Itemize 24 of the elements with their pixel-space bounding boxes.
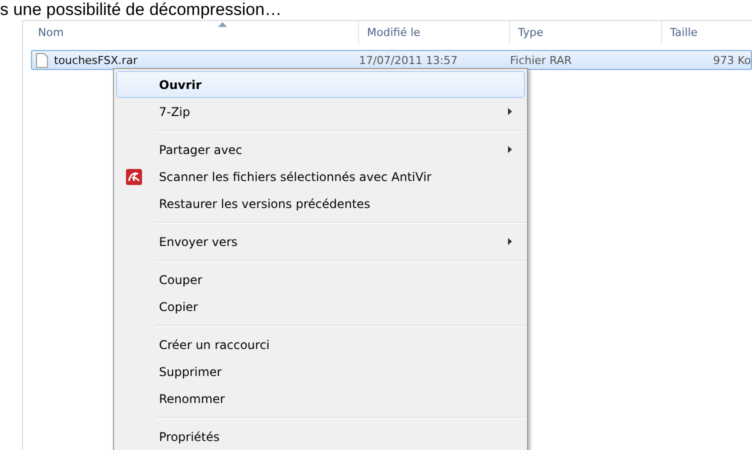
column-header[interactable]: Modifié le xyxy=(358,21,509,45)
sort-arrow-icon xyxy=(218,22,227,27)
menu-item[interactable]: Propriétés xyxy=(116,423,525,450)
file-name: touchesFSX.rar xyxy=(54,54,138,66)
file-type: Fichier RAR xyxy=(510,54,573,66)
file-row[interactable]: touchesFSX.rar 17/07/2011 13:57 Fichier RAR 973 Ko xyxy=(31,50,752,70)
menu-item[interactable]: Scanner les fichiers sélectionnés avec AntiVir xyxy=(116,163,525,190)
menu-item[interactable]: Restaurer les versions précédentes xyxy=(116,190,525,217)
menu-item[interactable]: Supprimer xyxy=(116,358,525,385)
menu-item[interactable]: Créer un raccourci xyxy=(116,331,525,358)
menu-item[interactable]: Copier xyxy=(116,293,525,320)
menu-item[interactable]: Couper xyxy=(116,266,525,293)
file-date: 17/07/2011 13:57 xyxy=(359,54,459,66)
menu-item[interactable]: Ouvrir xyxy=(116,71,525,98)
menu-item[interactable]: Envoyer vers xyxy=(116,228,525,255)
file-size: 973 Ko xyxy=(712,54,751,66)
column-header[interactable]: Nom xyxy=(23,21,358,45)
column-header[interactable]: Type xyxy=(509,21,661,45)
menu-item[interactable]: Renommer xyxy=(116,385,525,412)
menu-item[interactable]: Partager avec xyxy=(116,136,525,163)
caption-text: s une possibilité de décompression… xyxy=(0,0,282,20)
menu-item[interactable]: 7-Zip xyxy=(116,98,525,125)
file-icon xyxy=(36,52,48,68)
column-header[interactable]: Taille xyxy=(661,21,752,45)
